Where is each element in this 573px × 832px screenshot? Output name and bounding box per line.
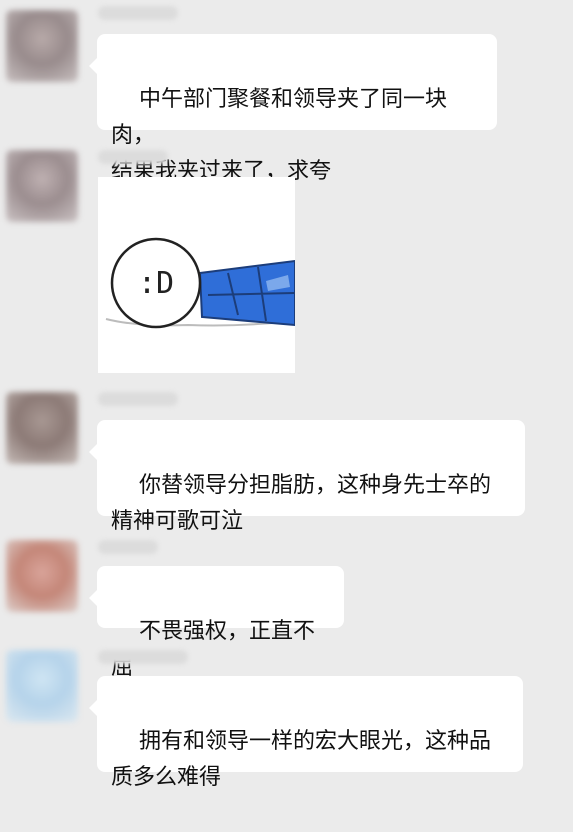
avatar[interactable] xyxy=(6,392,78,464)
sender-name-blurred xyxy=(98,392,178,406)
sender-name-blurred xyxy=(98,650,188,664)
sticker-image[interactable]: :D xyxy=(98,177,296,373)
message-bubble[interactable]: 拥有和领导一样的宏大眼光，这种品 质多么难得 xyxy=(89,676,523,790)
avatar[interactable] xyxy=(6,650,78,722)
sender-name-blurred xyxy=(98,150,168,164)
avatar[interactable] xyxy=(6,150,78,222)
sticker-face-text: :D xyxy=(138,266,174,301)
sender-name-blurred xyxy=(98,540,158,554)
face-lying-down-sticker-icon: :D xyxy=(98,177,296,373)
avatar[interactable] xyxy=(6,10,78,82)
avatar[interactable] xyxy=(6,540,78,612)
message-text: 拥有和领导一样的宏大眼光，这种品 质多么难得 xyxy=(111,729,491,790)
message-text: 中午部门聚餐和领导夹了同一块肉， 结果我夹过来了，求夸 xyxy=(111,87,447,184)
sender-name-blurred xyxy=(98,6,178,20)
message-text: 你替领导分担脂肪，这种身先士卒的 精神可歌可泣 xyxy=(111,473,491,534)
message-bubble[interactable]: 不畏强权，正直不屈 xyxy=(89,566,344,680)
message-bubble[interactable]: 你替领导分担脂肪，这种身先士卒的 精神可歌可泣 xyxy=(89,420,525,534)
message-bubble[interactable]: 中午部门聚餐和领导夹了同一块肉， 结果我夹过来了，求夸 xyxy=(89,34,497,184)
